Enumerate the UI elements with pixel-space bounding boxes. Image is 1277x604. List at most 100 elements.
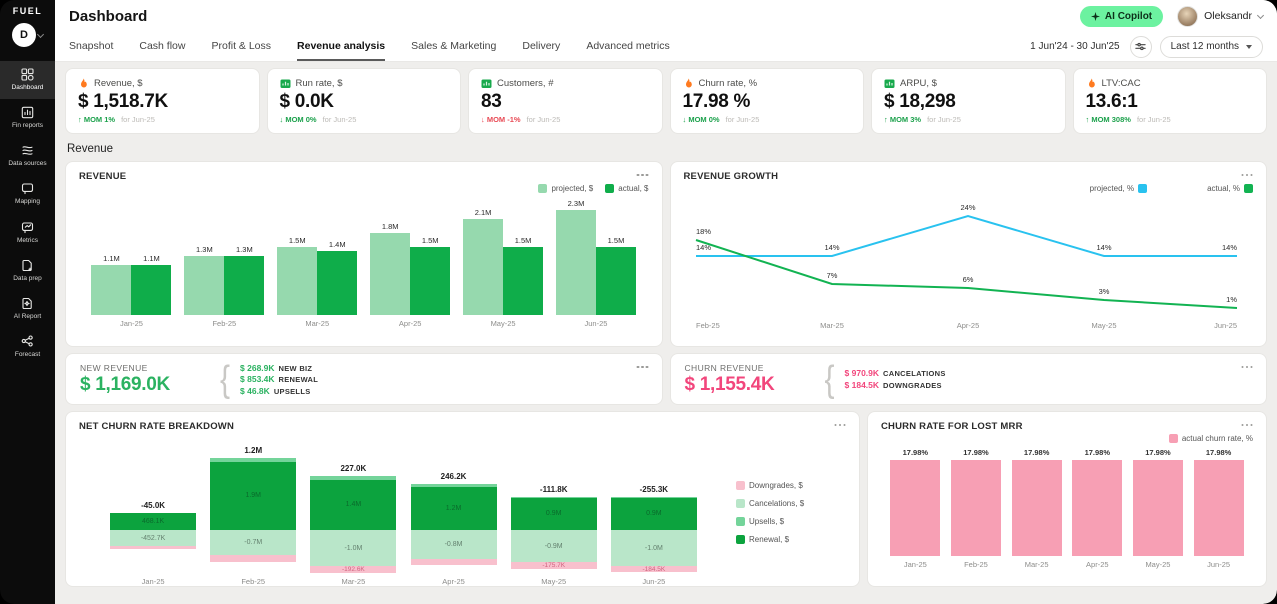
x-axis-label: Jun-25 [1207,560,1230,569]
sidebar-item-metrics[interactable]: Metrics [0,214,55,252]
period-selector[interactable]: Last 12 months [1160,36,1263,58]
breakdown-amount: $ 268.9K [240,363,275,373]
x-axis-label: Feb-25 [210,577,296,586]
chevron-down-icon [37,30,44,37]
tab-profit-loss[interactable]: Profit & Loss [211,32,271,61]
bar-value-label: 1.4M [329,240,346,249]
flame-icon [683,78,694,89]
dashboard-icon [21,68,34,81]
sidebar-item-mapping[interactable]: Mapping [0,175,55,213]
kpi-card-5: LTV:CAC13.6:1↑ MOM 308%for Jun-25 [1073,68,1268,134]
point-value-label: 6% [962,275,973,284]
stacked-segment: -175.7K [511,562,597,568]
chart-title: REVENUE [79,171,649,182]
breakdown-item: $ 970.9KCANCELATIONS [845,368,946,378]
legend-actual-churn-rate-%: actual churn rate, % [1169,434,1253,443]
sidebar-item-fin-reports[interactable]: Fin reports [0,99,55,137]
workspace-avatar[interactable]: D [12,23,36,47]
net-churn-column: -255.3K0.9M-1.0M-184.5KJun-25 [611,434,697,590]
more-menu-icon[interactable] [1240,363,1254,371]
more-menu-icon[interactable] [636,363,650,371]
filter-button[interactable] [1130,36,1152,58]
tab-revenue-analysis[interactable]: Revenue analysis [297,32,385,61]
stacked-segment: -192.6K [310,566,396,573]
chart-icon [884,78,895,89]
revenue-bar [370,233,410,315]
revenue-bar [463,219,503,315]
tab-sales-marketing[interactable]: Sales & Marketing [411,32,496,61]
revenue-bar [131,265,171,315]
breakdown-label: DOWNGRADES [883,381,942,390]
stacked-segment: 1.2M [411,487,497,530]
bar-value-label: 17.98% [1145,448,1170,457]
tab-strip: Snapshot Cash flow Profit & Loss Revenue an… [55,32,1277,62]
breakdown-item: $ 268.9KNEW BIZ [240,363,318,373]
sidebar-item-data-prep[interactable]: Data prep [0,252,55,290]
legend-label: Downgrades, $ [749,481,803,490]
revenue-bar-group: 1.1M1.1MJan-25 [91,254,171,328]
kpi-label: ARPU, $ [900,78,937,89]
sidebar-item-dashboard[interactable]: Dashboard [0,61,55,99]
bar-value-label: 1.3M [236,245,253,254]
churn-rate-bar [1133,460,1183,556]
kpi-footer: ↑ MOM 308%for Jun-25 [1086,115,1255,124]
sidebar-item-forecast[interactable]: Forecast [0,328,55,366]
legend-downgrades-: Downgrades, $ [736,481,846,490]
ai-report-icon [21,297,34,310]
kpi-card-3: Churn rate, %17.98 %↓ MOM 0%for Jun-25 [670,68,865,134]
user-avatar[interactable] [1177,6,1198,27]
revenue-bar-column: 1.1M [91,254,131,315]
x-axis-label: Mar-25 [820,321,844,330]
revenue-bar [317,251,357,315]
kpi-label: Churn rate, % [699,78,758,89]
kpi-period: for Jun-25 [927,115,961,124]
legend-label: projected, % [1090,184,1134,193]
breakdown-item: $ 46.8KUPSELLS [240,386,318,396]
stacked-segment: 1.4M [310,480,396,530]
ai-copilot-button[interactable]: AI Copilot [1080,6,1163,27]
x-axis-label: Apr-25 [399,319,422,328]
revenue-bar-column: 1.3M [224,245,264,315]
kpi-mom-change: ↑ MOM 3% [884,115,921,124]
legend-chip [1138,184,1147,193]
x-axis-label: May-25 [491,319,516,328]
chart-title: REVENUE GROWTH [684,171,1254,182]
stacked-segment: -0.8M [411,530,497,559]
point-value-label: 24% [960,203,975,212]
tab-delivery[interactable]: Delivery [522,32,560,61]
sidebar-item-data-sources[interactable]: Data sources [0,137,55,175]
more-menu-icon[interactable] [636,171,650,179]
more-menu-icon[interactable] [833,421,847,429]
new-revenue-value: $ 1,169.0K [80,374,210,396]
tab-cash-flow[interactable]: Cash flow [139,32,185,61]
kpi-card-0: Revenue, $$ 1,518.7K↑ MOM 1%for Jun-25 [65,68,260,134]
tab-advanced-metrics[interactable]: Advanced metrics [586,32,669,61]
revenue-bar-group: 2.3M1.5MJun-25 [556,199,636,328]
more-menu-icon[interactable] [1240,421,1254,429]
stacked-segment: 0.9M [511,498,597,530]
user-menu[interactable]: Oleksandr [1177,6,1263,27]
sidebar-item-ai-report[interactable]: AI Report [0,290,55,328]
kpi-header: ARPU, $ [884,78,1053,89]
workspace-switcher[interactable]: D [12,23,43,47]
breakdown-label: CANCELATIONS [883,369,946,378]
legend-chip [736,499,745,508]
revenue-bar [596,247,636,316]
sidebar-item-label: Fin reports [12,122,43,129]
bar-value-label: 1.5M [422,236,439,245]
churn-rate-bar [1012,460,1062,556]
legend-chip [1169,434,1178,443]
churn-rate-bar [1194,460,1244,556]
tab-snapshot[interactable]: Snapshot [69,32,113,61]
legend-chip [538,184,547,193]
net-churn-column: 227.0K1.4M-1.0M-192.6KMar-25 [310,434,396,590]
kpi-mom-change: ↑ MOM 1% [78,115,115,124]
stacked-segment [210,555,296,561]
x-axis-label: Feb-25 [212,319,236,328]
revenue-bar [410,247,450,316]
legend-chip [736,535,745,544]
revenue-chart-card: REVENUE projected, $actual, $ 1.1M1.1MJa… [65,161,663,347]
more-menu-icon[interactable] [1240,171,1254,179]
fin-reports-icon [21,106,34,119]
bar-value-label: 1.5M [289,236,306,245]
